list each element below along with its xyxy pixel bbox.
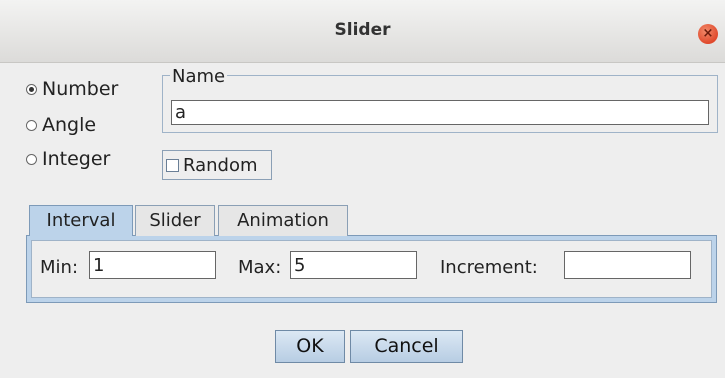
max-input[interactable] — [290, 251, 417, 279]
radio-angle-label: Angle — [42, 114, 97, 136]
increment-input[interactable] — [564, 251, 691, 279]
radio-integer-label: Integer — [42, 148, 111, 170]
radio-integer[interactable]: Integer — [26, 148, 110, 170]
min-input[interactable] — [89, 251, 216, 279]
radio-angle[interactable]: Angle — [26, 114, 96, 136]
window-title: Slider — [334, 20, 391, 40]
name-group-legend: Name — [170, 66, 228, 87]
tab-interval[interactable]: Interval — [29, 205, 133, 236]
ok-button[interactable]: OK — [275, 330, 345, 363]
tab-slider[interactable]: Slider — [135, 205, 215, 236]
increment-label: Increment: — [440, 257, 538, 278]
title-bar: Slider × — [0, 0, 725, 63]
radio-unselected-icon[interactable] — [26, 153, 37, 165]
radio-selected-icon[interactable] — [26, 83, 37, 95]
checkbox-unchecked-icon[interactable] — [166, 158, 179, 172]
radio-unselected-icon[interactable] — [26, 119, 37, 131]
close-icon[interactable]: × — [698, 24, 718, 44]
radio-number[interactable]: Number — [26, 78, 118, 100]
min-label: Min: — [40, 257, 79, 278]
random-checkbox-label: Random — [183, 154, 258, 176]
random-checkbox[interactable]: Random — [162, 150, 272, 180]
radio-number-label: Number — [42, 78, 119, 100]
cancel-button[interactable]: Cancel — [350, 330, 463, 363]
name-input[interactable] — [171, 100, 709, 125]
tab-animation[interactable]: Animation — [218, 205, 348, 236]
max-label: Max: — [238, 257, 282, 278]
